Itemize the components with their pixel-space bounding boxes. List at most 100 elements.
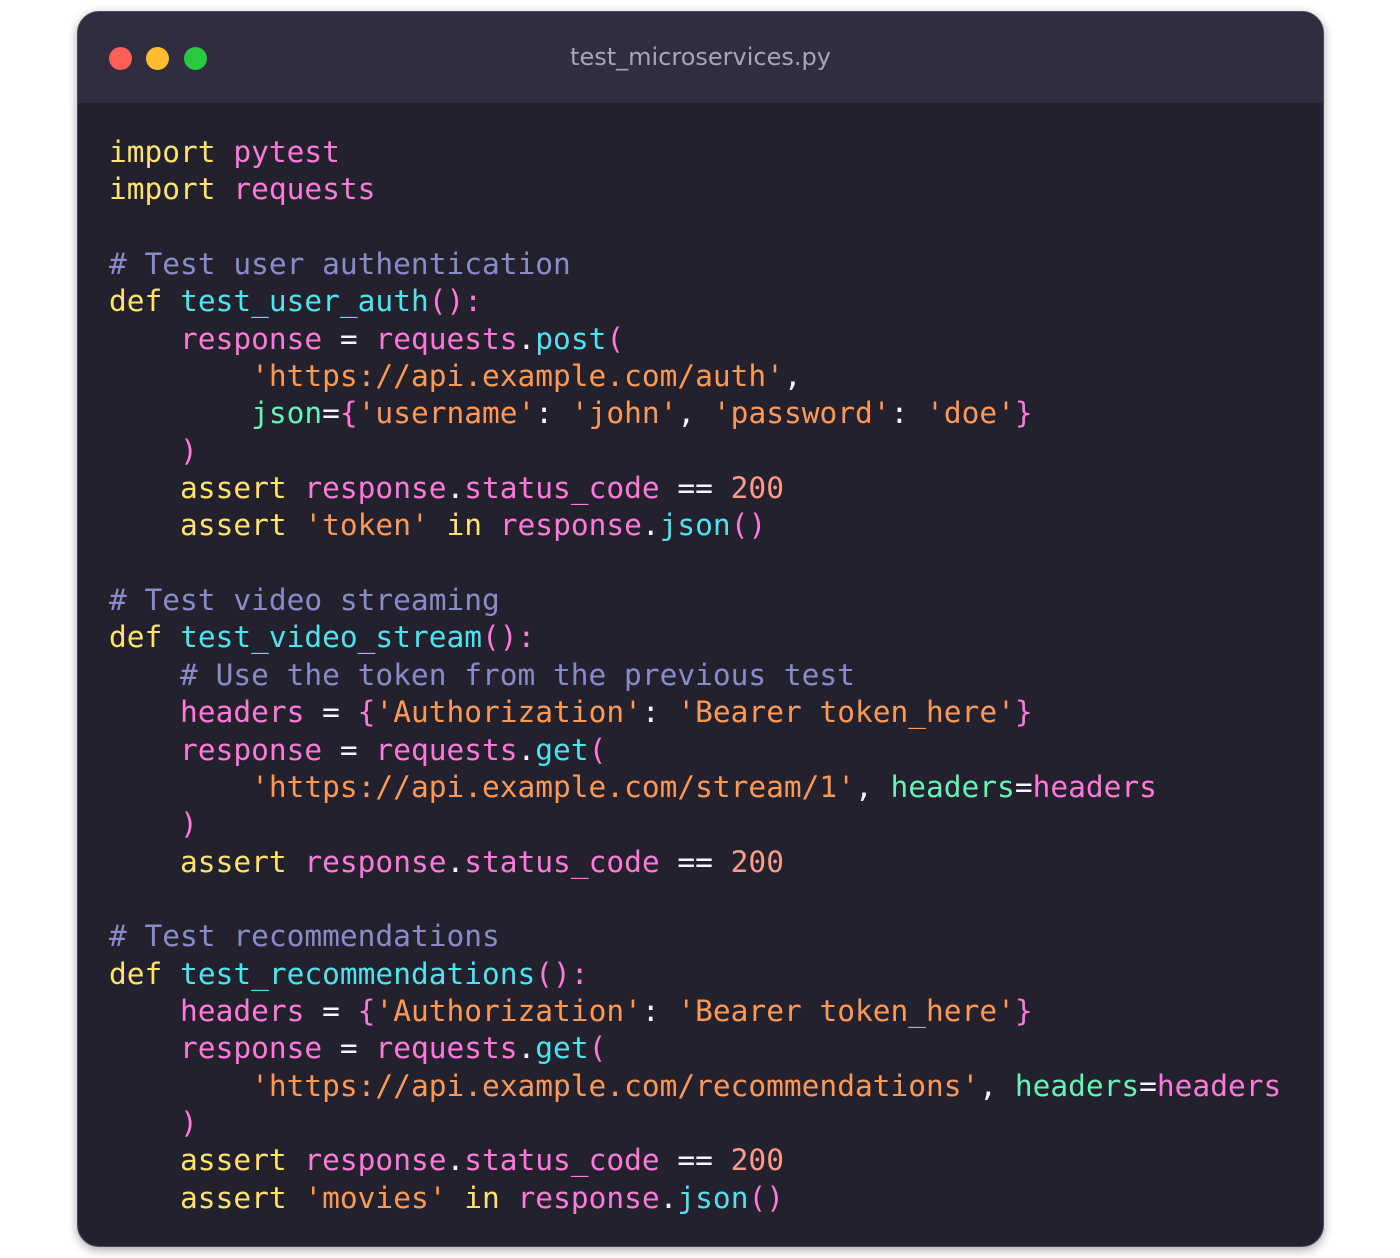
code-token-string: 'token' — [304, 508, 429, 543]
code-token-string: 'doe' — [926, 396, 1015, 431]
code-token-op: = — [304, 695, 358, 730]
code-line: assert 'token' in response.json() — [109, 507, 1281, 544]
code-token-op: . — [446, 844, 465, 879]
code-token-var: response — [499, 508, 642, 543]
code-line: # Use the token from the previous test — [109, 657, 1281, 694]
code-line: 'https://api.example.com/stream/1', head… — [109, 769, 1281, 806]
code-token-comment: # Use the token from the previous test — [180, 657, 855, 692]
code-token-op: : — [890, 396, 927, 431]
code-token-var: response — [180, 732, 323, 767]
code-token-op: = — [322, 321, 376, 356]
code-token-var: headers — [180, 695, 305, 730]
code-token-string: 'Bearer token_here' — [677, 695, 1015, 730]
code-token-op: : — [641, 993, 678, 1028]
code-line: assert response.status_code == 200 — [109, 1142, 1281, 1179]
code-line: headers = {'Authorization': 'Bearer toke… — [109, 694, 1281, 731]
code-token-var: response — [304, 844, 447, 879]
code-token-keyword: assert — [180, 844, 287, 879]
code-token-op: = — [322, 396, 340, 431]
code-token-punct: () — [730, 508, 767, 543]
code-token-keyword: assert — [180, 1180, 287, 1215]
code-token-op: . — [659, 1180, 678, 1215]
code-token-op: . — [446, 1143, 465, 1178]
code-token-number: 200 — [730, 844, 784, 879]
code-token-var: headers — [1156, 1068, 1282, 1103]
code-token-op: = — [322, 1031, 376, 1066]
code-token-comment: # Test video streaming — [109, 583, 500, 618]
code-token-string: 'Bearer token_here' — [677, 993, 1015, 1028]
code-token-func: test_recommendations — [180, 956, 536, 991]
code-token-punct: () — [748, 1180, 784, 1215]
code-line: def test_recommendations(): — [109, 956, 1281, 993]
code-token-string: 'Authorization' — [375, 695, 642, 730]
code-token-method: post — [535, 321, 607, 356]
code-line: ) — [109, 433, 1281, 470]
code-token-string: 'https://api.example.com/auth' — [251, 359, 784, 394]
code-token-param: json — [251, 396, 323, 431]
code-token-module: requests — [233, 172, 376, 207]
code-token-punct: } — [1014, 993, 1033, 1028]
code-line: json={'username': 'john', 'password': 'd… — [109, 395, 1281, 432]
code-token-var: response — [180, 1031, 323, 1066]
code-token-func: test_user_auth — [180, 284, 429, 319]
code-token-op: = — [1014, 769, 1033, 804]
code-token-punct: ) — [180, 807, 198, 842]
code-token-number: 200 — [730, 471, 784, 506]
code-token-comment: # Test user authentication — [109, 247, 571, 282]
code-token-keyword: in — [446, 508, 483, 543]
code-token-string: 'movies' — [304, 1180, 447, 1215]
code-token-op: == — [659, 1143, 731, 1178]
code-token-var: response — [517, 1180, 660, 1215]
code-token-op: , — [854, 769, 891, 804]
code-line: def test_video_stream(): — [109, 619, 1281, 656]
code-token-string: 'john' — [570, 396, 678, 431]
code-editor[interactable]: import pytest import requests # Test user … — [109, 134, 1281, 1217]
title-bar: test_microservices.py — [78, 12, 1323, 103]
code-token-func: test_video_stream — [180, 620, 482, 655]
code-token-punct: ) — [180, 1105, 198, 1140]
code-line: 'https://api.example.com/recommendations… — [109, 1068, 1281, 1105]
code-token-op: , — [783, 359, 802, 394]
code-line: assert 'movies' in response.json() — [109, 1180, 1281, 1217]
code-token-punct: (): — [428, 284, 483, 319]
code-token-comment: # Test recommendations — [109, 919, 500, 954]
code-token-punct: (): — [482, 620, 536, 655]
code-token-var: requests — [375, 321, 518, 356]
code-token-var: status_code — [464, 1143, 660, 1178]
code-token-op: = — [322, 732, 376, 767]
code-token-op: . — [641, 508, 660, 543]
code-token-var: response — [180, 321, 323, 356]
code-token-keyword: import — [109, 135, 216, 169]
code-window: test_microservices.py import pytest impor… — [77, 11, 1324, 1247]
code-token-op: . — [517, 732, 536, 767]
code-token-keyword: assert — [180, 1143, 287, 1178]
code-line: ) — [109, 806, 1281, 843]
code-token-op: = — [1139, 1068, 1157, 1103]
code-token-punct: } — [1014, 396, 1033, 431]
code-token-param: headers — [890, 769, 1015, 804]
code-line: 'https://api.example.com/auth', — [109, 358, 1281, 395]
code-token-keyword: import — [109, 172, 216, 207]
code-token-var: response — [304, 1143, 447, 1178]
code-token-string: 'https://api.example.com/recommendations… — [251, 1068, 980, 1103]
code-token-op: = — [304, 993, 358, 1028]
code-token-keyword: assert — [180, 508, 287, 543]
